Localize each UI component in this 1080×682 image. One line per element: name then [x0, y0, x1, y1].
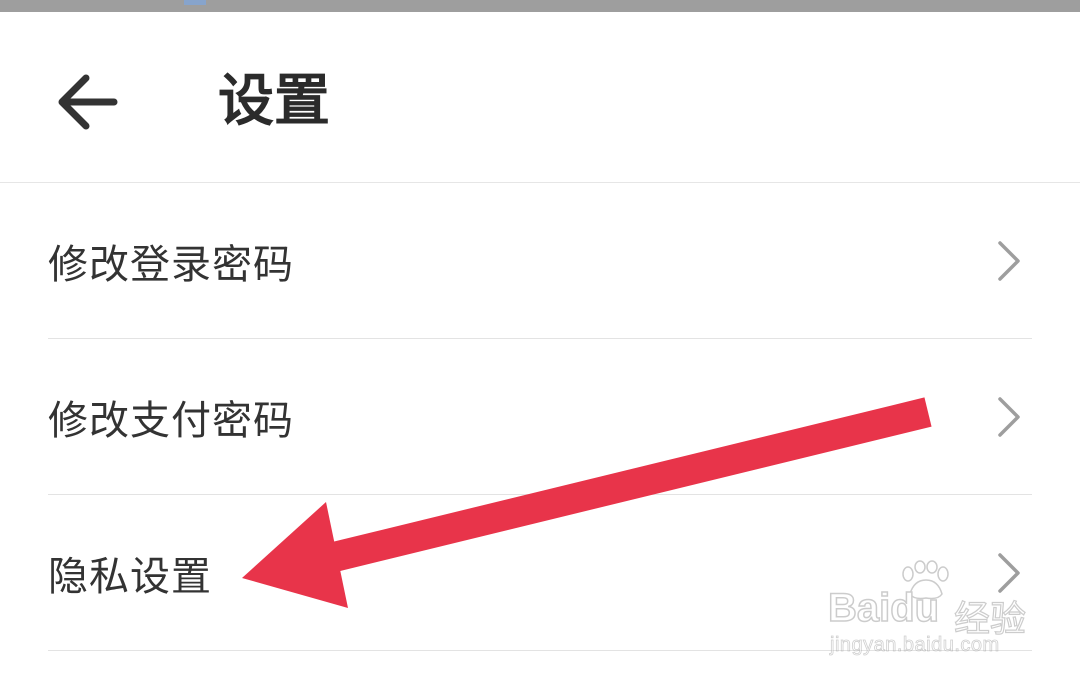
app-header: 设置	[0, 12, 1080, 183]
settings-item-label: 修改登录密码	[48, 241, 294, 288]
watermark-brand: Baidu	[827, 585, 940, 631]
status-bar-indicator	[184, 0, 206, 5]
status-bar	[0, 0, 1080, 12]
page-title: 设置	[218, 69, 330, 134]
baidu-jingyan-watermark: Baidu 经验 jingyan.baidu.com	[827, 560, 1048, 670]
chevron-right-icon	[998, 396, 1020, 437]
watermark-url: jingyan.baidu.com	[830, 634, 1000, 657]
chevron-right-icon	[998, 240, 1020, 281]
arrow-left-icon	[58, 74, 118, 130]
settings-item-change-payment-password[interactable]: 修改支付密码	[48, 339, 1032, 495]
settings-item-change-login-password[interactable]: 修改登录密码	[48, 183, 1032, 339]
back-button[interactable]	[50, 70, 126, 134]
settings-item-label: 隐私设置	[48, 553, 212, 600]
settings-item-label: 修改支付密码	[48, 397, 294, 444]
